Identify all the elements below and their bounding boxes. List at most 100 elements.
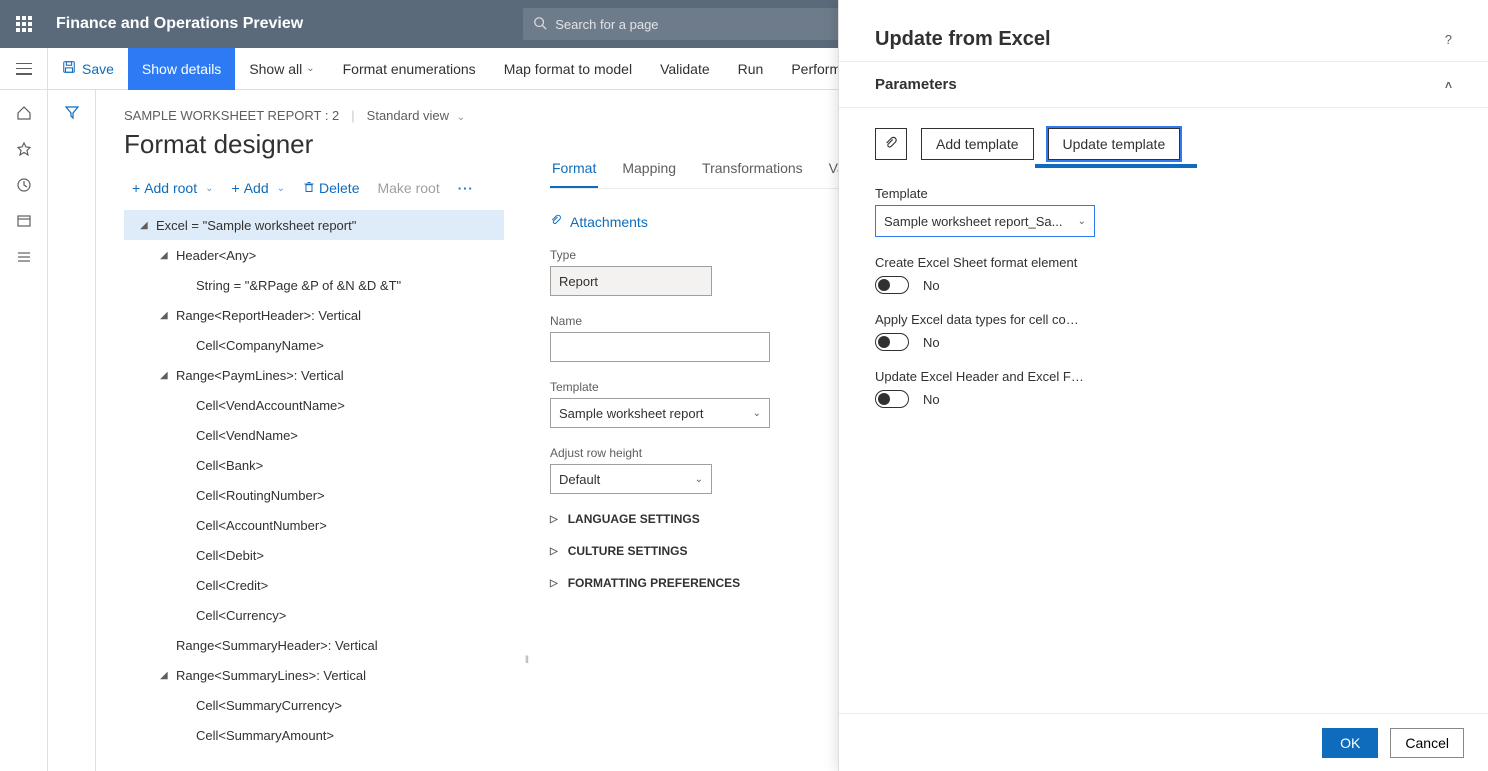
toggle-value: No <box>923 392 940 407</box>
format-enumerations-button[interactable]: Format enumerations <box>329 48 490 90</box>
tree-row[interactable]: ◢Excel = "Sample worksheet report" <box>124 210 504 240</box>
toggle-value: No <box>923 335 940 350</box>
view-selector[interactable]: Standard view ⌄ <box>367 108 465 123</box>
flyout-title: Update from Excel <box>875 28 1051 51</box>
chevron-down-icon: ⌄ <box>1078 216 1086 227</box>
caret-icon: ◢ <box>160 310 172 321</box>
apply-types-toggle[interactable] <box>875 333 909 351</box>
add-template-button[interactable]: Add template <box>921 128 1034 160</box>
create-sheet-toggle[interactable] <box>875 276 909 294</box>
tab-transformations[interactable]: Transformations <box>700 160 805 188</box>
paperclip-icon <box>550 213 562 230</box>
create-sheet-label: Create Excel Sheet format element <box>875 255 1085 270</box>
apply-types-label: Apply Excel data types for cell comp... <box>875 312 1085 327</box>
caret-icon: ◢ <box>140 220 152 231</box>
plus-icon: + <box>232 180 240 196</box>
update-from-excel-panel: Update from Excel ? Parameters ˄ Add tem… <box>838 0 1488 771</box>
breadcrumb-path: SAMPLE WORKSHEET REPORT : 2 <box>124 108 339 123</box>
filter-icon[interactable] <box>64 104 80 771</box>
ok-button[interactable]: OK <box>1322 728 1378 758</box>
adjust-select[interactable]: Default⌄ <box>550 464 712 494</box>
update-template-button[interactable]: Update template <box>1048 128 1181 160</box>
tree-row[interactable]: Cell<SummaryCurrency> <box>124 690 504 720</box>
update-header-toggle[interactable] <box>875 390 909 408</box>
caret-icon: ◢ <box>160 250 172 261</box>
app-launcher-button[interactable] <box>0 0 48 48</box>
chevron-down-icon: ⌄ <box>695 474 703 485</box>
update-template-underline <box>1035 164 1197 168</box>
tree-row[interactable]: Cell<Bank> <box>124 450 504 480</box>
toggle-value: No <box>923 278 940 293</box>
search-icon <box>533 16 547 33</box>
app-title: Finance and Operations Preview <box>56 15 303 33</box>
clock-icon[interactable] <box>15 176 33 194</box>
flyout-template-label: Template <box>875 186 1452 201</box>
tree-row[interactable]: Cell<Currency> <box>124 600 504 630</box>
chevron-down-icon: ⌄ <box>277 183 285 194</box>
left-rail <box>0 90 48 771</box>
update-header-label: Update Excel Header and Excel Foot... <box>875 369 1085 384</box>
tree-row[interactable]: String = "&RPage &P of &N &D &T" <box>124 270 504 300</box>
chevron-right-icon: ▷ <box>550 578 558 589</box>
save-button[interactable]: Save <box>48 48 128 90</box>
show-all-button[interactable]: Show all⌄ <box>235 48 328 90</box>
name-field[interactable] <box>550 332 770 362</box>
type-field: Report <box>550 266 712 296</box>
trash-icon <box>303 180 315 196</box>
tree-row[interactable]: Cell<AccountNumber> <box>124 510 504 540</box>
cancel-button[interactable]: Cancel <box>1390 728 1464 758</box>
map-format-button[interactable]: Map format to model <box>490 48 646 90</box>
tree-row[interactable]: Cell<SummaryAmount> <box>124 720 504 750</box>
chevron-right-icon: ▷ <box>550 514 558 525</box>
tree-row[interactable]: Cell<Debit> <box>124 540 504 570</box>
more-button[interactable]: ··· <box>450 177 482 200</box>
add-root-button[interactable]: +Add root⌄ <box>124 176 222 200</box>
chevron-up-icon: ˄ <box>1445 78 1452 92</box>
chevron-down-icon: ⌄ <box>753 408 761 419</box>
tree-row[interactable]: ◢Header<Any> <box>124 240 504 270</box>
show-details-button[interactable]: Show details <box>128 48 235 90</box>
tree-row[interactable]: Cell<VendName> <box>124 420 504 450</box>
search-input[interactable]: Search for a page <box>523 8 843 40</box>
chevron-down-icon: ⌄ <box>306 63 314 74</box>
home-icon[interactable] <box>15 104 33 122</box>
paperclip-icon <box>884 135 898 154</box>
search-placeholder: Search for a page <box>555 17 658 32</box>
validate-button[interactable]: Validate <box>646 48 724 90</box>
modules-icon[interactable] <box>15 248 33 266</box>
tree-toolbar: +Add root⌄ +Add⌄ Delete Make root ··· <box>124 176 524 200</box>
workspace-icon[interactable] <box>15 212 33 230</box>
save-icon <box>62 60 76 77</box>
flyout-template-select[interactable]: Sample worksheet report_Sa...⌄ <box>875 205 1095 237</box>
filter-column <box>48 90 96 771</box>
nav-toggle-button[interactable] <box>0 48 48 90</box>
help-icon[interactable]: ? <box>1445 32 1452 47</box>
tab-format[interactable]: Format <box>550 160 598 188</box>
tree-row[interactable]: ◢Range<ReportHeader>: Vertical <box>124 300 504 330</box>
tree-row[interactable]: Cell<VendAccountName> <box>124 390 504 420</box>
chevron-right-icon: ▷ <box>550 546 558 557</box>
format-tree: ◢Excel = "Sample worksheet report" ◢Head… <box>124 210 504 750</box>
template-select[interactable]: Sample worksheet report⌄ <box>550 398 770 428</box>
tab-mapping[interactable]: Mapping <box>620 160 678 188</box>
tree-row[interactable]: ◢Range<PaymLines>: Vertical <box>124 360 504 390</box>
tree-row[interactable]: Cell<Credit> <box>124 570 504 600</box>
delete-button[interactable]: Delete <box>295 176 367 200</box>
parameters-header[interactable]: Parameters ˄ <box>839 61 1488 108</box>
tree-row[interactable]: Range<SummaryHeader>: Vertical <box>124 630 504 660</box>
hamburger-icon <box>16 63 32 75</box>
caret-icon: ◢ <box>160 370 172 381</box>
chevron-down-icon: ⌄ <box>457 112 465 123</box>
waffle-icon <box>16 16 32 32</box>
caret-icon: ◢ <box>160 670 172 681</box>
make-root-button: Make root <box>369 176 447 200</box>
tree-row[interactable]: Cell<RoutingNumber> <box>124 480 504 510</box>
splitter[interactable]: ‖ <box>524 460 530 771</box>
tree-row[interactable]: ◢Range<SummaryLines>: Vertical <box>124 660 504 690</box>
run-button[interactable]: Run <box>724 48 778 90</box>
tree-row[interactable]: Cell<CompanyName> <box>124 330 504 360</box>
star-icon[interactable] <box>15 140 33 158</box>
add-button[interactable]: +Add⌄ <box>224 176 294 200</box>
plus-icon: + <box>132 180 140 196</box>
attachment-button[interactable] <box>875 128 907 160</box>
